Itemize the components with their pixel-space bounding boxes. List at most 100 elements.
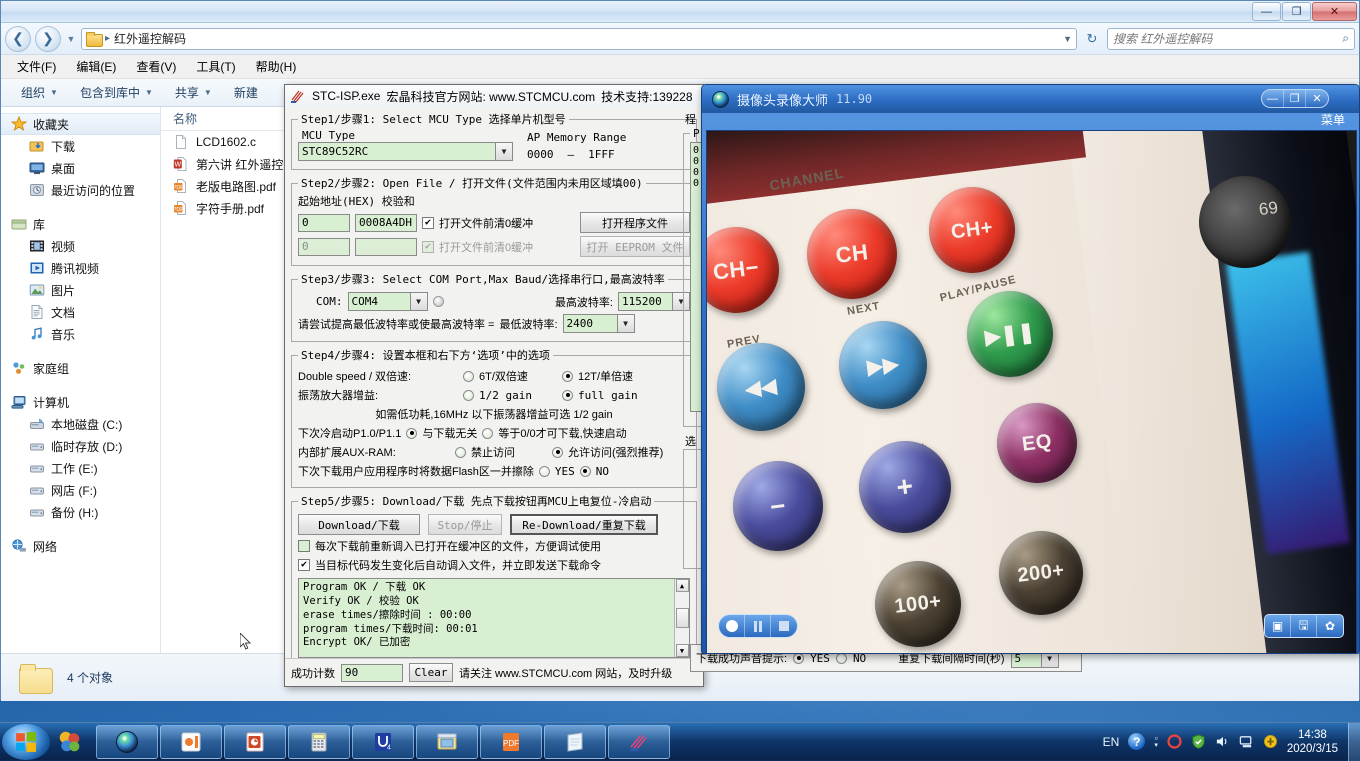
download-button[interactable]: Download/下载	[298, 514, 420, 535]
cold-start-opt2-radio[interactable]	[482, 427, 494, 439]
quicklaunch-show-desktop[interactable]	[50, 724, 90, 760]
eeprom-start-address-input[interactable]: 0	[298, 237, 350, 256]
erase-flash-yes-radio[interactable]	[538, 465, 550, 477]
taskbar-item-calculator[interactable]	[288, 724, 350, 759]
reload-before-download-checkbox[interactable]	[298, 540, 310, 552]
chevron-down-icon[interactable]: ▼	[409, 292, 428, 311]
sidebar-item-local-disk-c[interactable]: 本地磁盘 (C:)	[1, 413, 160, 435]
forward-button[interactable]: ❯	[35, 25, 61, 52]
com-port-select[interactable]: COM4 ▼	[347, 292, 428, 311]
address-bar[interactable]: ▸ 红外遥控解码 ▼	[81, 27, 1077, 50]
recent-pages-dropdown-icon[interactable]: ▼	[65, 34, 77, 44]
volume-icon[interactable]	[1215, 734, 1230, 749]
start-address-input[interactable]: 0	[298, 213, 350, 232]
minimize-button[interactable]: —	[1252, 2, 1281, 21]
eeprom-clear-buffer-checkbox[interactable]: ✔	[422, 240, 434, 253]
open-program-file-button[interactable]: 打开程序文件	[580, 212, 690, 233]
sidebar-item-drive-f[interactable]: 网店 (F:)	[1, 479, 160, 501]
address-dropdown-icon[interactable]: ▼	[1063, 34, 1072, 44]
menu-item-help[interactable]: 帮助(H)	[248, 56, 305, 77]
toolbar-include-in-library[interactable]: 包含到库中 ▼	[70, 81, 163, 104]
sidebar-item-videos[interactable]: 视频	[1, 235, 160, 257]
sidebar-item-tencent-video[interactable]: 腾讯视频	[1, 257, 160, 279]
chevron-down-icon[interactable]: ▼	[616, 314, 635, 333]
save-file-icon[interactable]: 🖫	[1291, 615, 1317, 637]
camera-menu-button[interactable]: 菜单	[1321, 111, 1345, 128]
sidebar-item-libraries[interactable]: 库	[1, 213, 160, 235]
erase-flash-no-radio[interactable]	[579, 465, 591, 477]
double-speed-6t-radio[interactable]	[463, 370, 474, 382]
clear-button[interactable]: Clear	[409, 663, 453, 682]
mcu-type-select[interactable]: STC89C52RC ▼	[298, 142, 513, 161]
toolbar-organize[interactable]: 组织 ▼	[11, 81, 68, 104]
sidebar-item-favorites[interactable]: 收藏夹	[1, 113, 160, 135]
close-button[interactable]: ✕	[1306, 90, 1328, 107]
sidebar-item-drive-h[interactable]: 备份 (H:)	[1, 501, 160, 523]
sidebar-item-drive-e[interactable]: 工作 (E:)	[1, 457, 160, 479]
sidebar-item-recent-places[interactable]: 最近访问的位置	[1, 179, 160, 201]
network-icon[interactable]	[1167, 734, 1182, 749]
double-speed-12t-radio[interactable]	[562, 370, 573, 382]
display-icon[interactable]	[1239, 734, 1254, 749]
update-icon[interactable]	[1263, 734, 1278, 749]
sidebar-item-drive-d[interactable]: 临时存放 (D:)	[1, 435, 160, 457]
taskbar-item-powerpoint[interactable]	[224, 724, 286, 759]
aux-ram-disable-radio[interactable]	[455, 446, 466, 458]
menu-item-view[interactable]: 查看(V)	[128, 56, 184, 77]
refresh-button[interactable]: ↻	[1081, 28, 1103, 50]
maximize-button[interactable]: ❐	[1284, 90, 1306, 107]
close-button[interactable]: ✕	[1312, 2, 1357, 21]
sidebar-item-documents[interactable]: 文档	[1, 301, 160, 323]
settings-gear-icon[interactable]: ✿	[1317, 615, 1343, 637]
back-button[interactable]: ❮	[5, 25, 31, 52]
aux-ram-enable-radio[interactable]	[552, 446, 563, 458]
cold-start-opt1-radio[interactable]	[406, 427, 418, 439]
sidebar-item-pictures[interactable]: 图片	[1, 279, 160, 301]
re-download-button[interactable]: Re-Download/重复下载	[510, 514, 658, 535]
sidebar-item-network[interactable]: 网络	[1, 535, 160, 557]
help-icon[interactable]: ?	[1128, 733, 1146, 750]
snapshot-icon[interactable]: ▣	[1265, 615, 1291, 637]
sidebar-item-desktop[interactable]: 桌面	[1, 157, 160, 179]
chevron-down-icon[interactable]: ▼	[495, 142, 513, 161]
taskbar-item-stc-isp[interactable]	[608, 724, 670, 759]
record-button[interactable]	[719, 615, 745, 637]
column-name-header[interactable]: 名称	[173, 110, 197, 127]
open-eeprom-file-button[interactable]: 打开 EEPROM 文件	[580, 236, 690, 257]
sidebar-item-downloads[interactable]: 下载	[1, 135, 160, 157]
maximize-button[interactable]: ❐	[1282, 2, 1311, 21]
taskbar-item-pdf-reader[interactable]: PDF	[480, 724, 542, 759]
menu-item-edit[interactable]: 编辑(E)	[68, 56, 124, 77]
toolbar-share[interactable]: 共享 ▼	[165, 81, 222, 104]
minimize-button[interactable]: —	[1262, 90, 1284, 107]
clear-buffer-checkbox[interactable]: ✔	[422, 216, 434, 229]
sound-no-radio[interactable]	[835, 652, 847, 664]
menu-item-file[interactable]: 文件(F)	[9, 56, 64, 77]
sidebar-item-computer[interactable]: 计算机	[1, 391, 160, 413]
taskbar-item-camera[interactable]	[96, 724, 158, 759]
pause-button[interactable]	[745, 615, 771, 637]
sidebar-item-homegroup[interactable]: 家庭组	[1, 357, 160, 379]
toolbar-new[interactable]: 新建	[224, 81, 268, 104]
taskbar-item-keil[interactable]: 4	[352, 724, 414, 759]
menu-item-tools[interactable]: 工具(T)	[188, 56, 243, 77]
min-baud-select[interactable]: 2400 ▼	[562, 314, 635, 333]
taskbar-clock[interactable]: 14:38 2020/3/15	[1287, 728, 1342, 756]
search-box[interactable]: 搜索 红外遥控解码 ⌕	[1107, 27, 1355, 50]
log-output-box[interactable]: Program OK / 下载 OK Verify OK / 校验 OK era…	[298, 578, 690, 658]
auto-reload-on-change-checkbox[interactable]: ✔	[298, 559, 310, 571]
stop-button[interactable]	[771, 615, 797, 637]
max-baud-select[interactable]: 115200 ▼	[618, 292, 690, 311]
sound-yes-radio[interactable]	[793, 652, 805, 664]
show-desktop-button[interactable]	[1348, 722, 1360, 761]
osc-gain-full-radio[interactable]	[562, 389, 573, 401]
osc-gain-half-radio[interactable]	[463, 389, 474, 401]
language-indicator[interactable]: EN	[1103, 735, 1120, 749]
taskbar-item-media-player[interactable]	[160, 724, 222, 759]
sidebar-item-music[interactable]: 音乐	[1, 323, 160, 345]
windows-start-icon[interactable]	[2, 723, 50, 760]
taskbar-item-explorer[interactable]	[416, 724, 478, 759]
taskbar-item-notepad[interactable]	[544, 724, 606, 759]
show-hidden-icons-icon[interactable]: ▫ ▾	[1154, 733, 1158, 750]
stop-button[interactable]: Stop/停止	[428, 514, 502, 535]
